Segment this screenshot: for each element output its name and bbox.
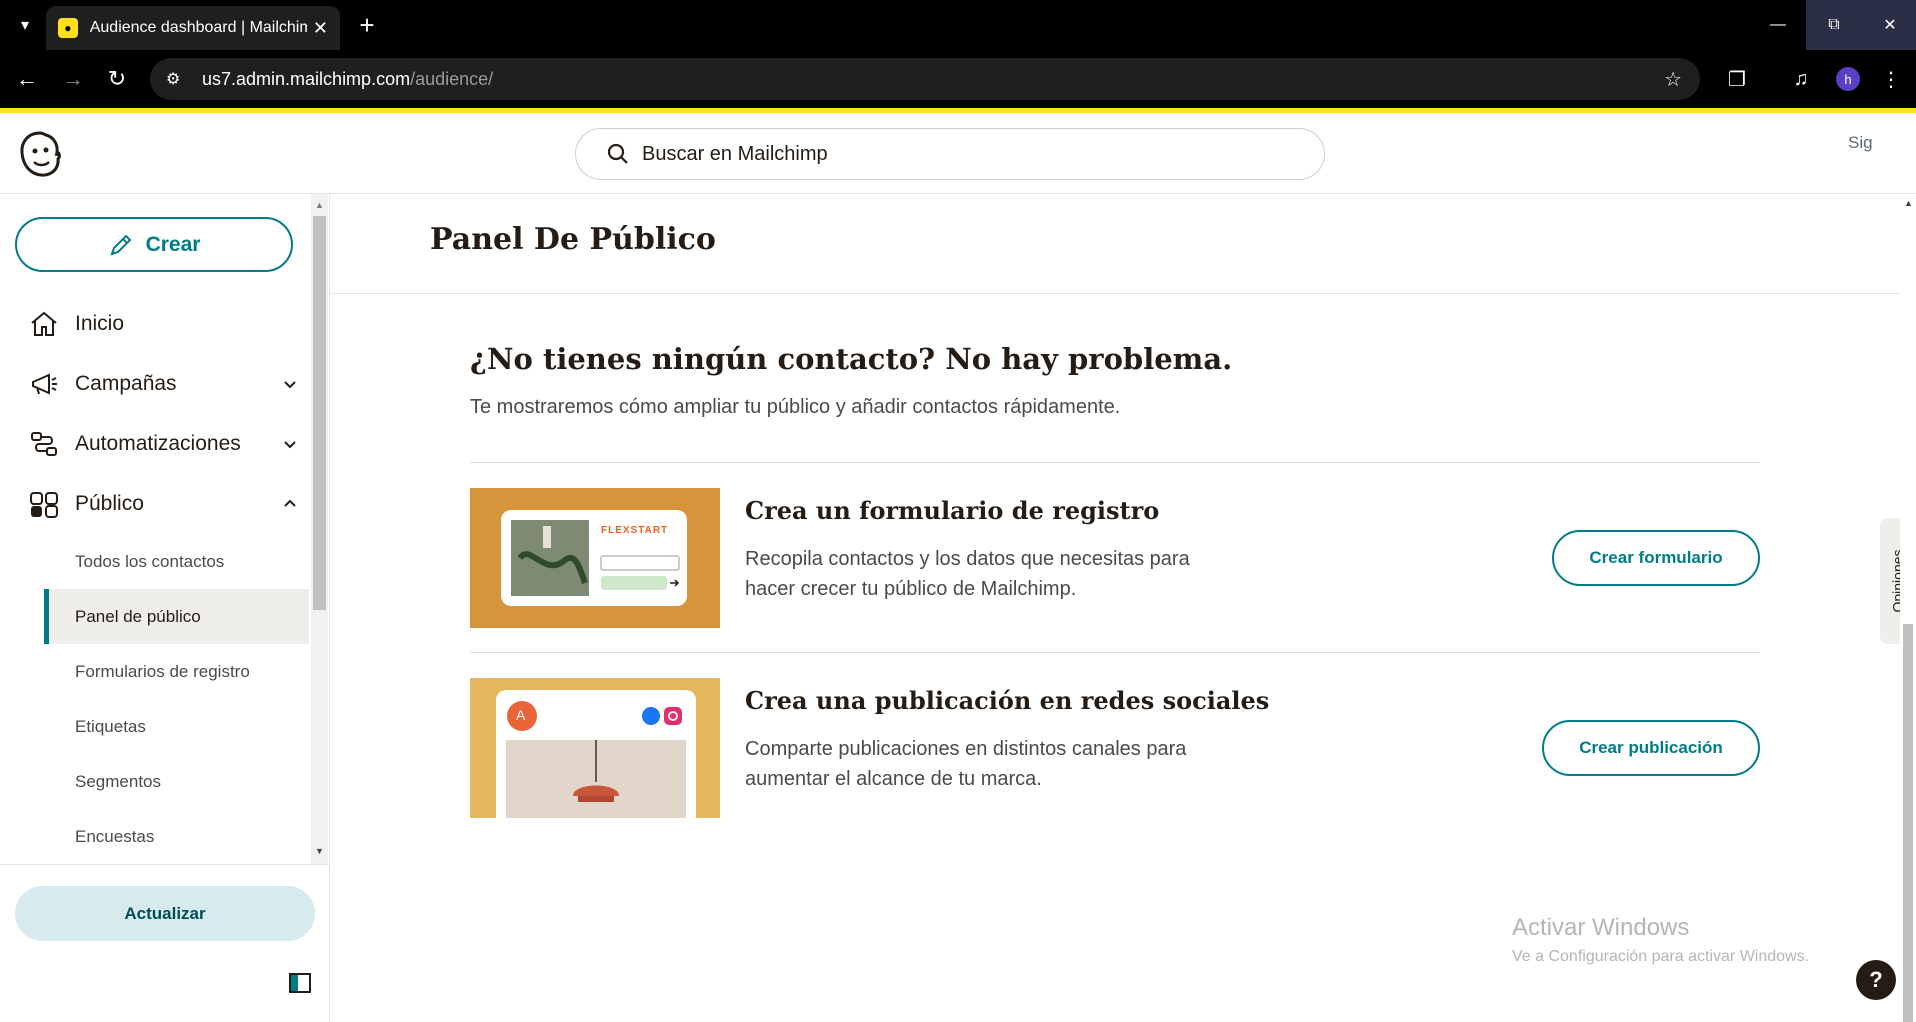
sidebar-subitem-todos-contactos[interactable]: Todos los contactos	[44, 534, 309, 589]
create-form-button[interactable]: Crear formulario	[1552, 530, 1760, 586]
search-input[interactable]: Buscar en Mailchimp	[575, 128, 1325, 180]
chevron-down-icon[interactable]	[282, 436, 298, 452]
help-button[interactable]: ?	[1856, 960, 1896, 1000]
search-placeholder: Buscar en Mailchimp	[642, 142, 828, 165]
social-preview-image	[496, 690, 696, 818]
sidebar-scrollbar[interactable]: ▲ ▼	[311, 194, 328, 864]
signup-form-card: FLEXSTART Crea un formulario de registro…	[470, 488, 1760, 628]
main-content: Panel De Público ¿No tienes ningún conta…	[330, 194, 1900, 1022]
scroll-up-arrow-icon[interactable]: ▲	[1904, 198, 1913, 208]
browser-tab[interactable]: ● Audience dashboard | Mailchimp ✕	[46, 6, 340, 50]
collapse-sidebar-icon[interactable]	[289, 973, 311, 993]
social-post-card: A Crea una publicación en redes sociales…	[470, 678, 1760, 818]
sidebar-subitem-segmentos[interactable]: Segmentos	[44, 754, 309, 809]
tab-close-icon[interactable]: ✕	[313, 18, 328, 39]
signup-form-illustration: FLEXSTART	[470, 488, 720, 628]
reload-icon[interactable]: ↻	[102, 64, 132, 94]
site-info-icon[interactable]: ⚙	[166, 69, 190, 89]
browser-toolbar: ← → ↻ ⚙ us7.admin.mailchimp.com/audience…	[0, 50, 1916, 108]
minimize-icon[interactable]: —	[1750, 0, 1806, 50]
back-icon[interactable]: ←	[12, 64, 42, 94]
create-post-button[interactable]: Crear publicación	[1542, 720, 1760, 776]
sidebar-item-inicio[interactable]: Inicio	[28, 304, 298, 344]
sidebar-item-label: Inicio	[75, 312, 125, 335]
scroll-up-arrow-icon[interactable]: ▲	[315, 200, 324, 210]
sidebar-item-label: Público	[75, 492, 144, 515]
watermark-subtitle: Ve a Configuración para activar Windows.	[1512, 948, 1810, 965]
sidebar: Crear Inicio Campañas Automatizaciones P…	[0, 194, 330, 1022]
empty-state-subtitle: Te mostraremos cómo ampliar tu público y…	[470, 396, 1121, 418]
search-icon	[607, 143, 628, 164]
page-header: Panel De Público	[330, 194, 1900, 294]
create-button[interactable]: Crear	[15, 217, 293, 272]
divider	[470, 462, 1760, 463]
megaphone-icon	[28, 368, 60, 400]
card-title: Crea un formulario de registro	[745, 496, 1160, 525]
tab-title: Audience dashboard | Mailchimp	[89, 19, 307, 36]
extensions-icon[interactable]: ❐	[1722, 64, 1752, 94]
windows-activation-watermark: Activar Windows Ve a Configuración para …	[1512, 914, 1809, 966]
form-preview-image	[501, 510, 687, 606]
empty-state-title: ¿No tienes ningún contacto? No hay probl…	[470, 342, 1233, 376]
browser-menu-icon[interactable]: ⋮	[1876, 64, 1906, 94]
scrollbar-thumb[interactable]	[313, 216, 326, 610]
sidebar-item-automatizaciones[interactable]: Automatizaciones	[28, 424, 298, 464]
sidebar-item-label: Automatizaciones	[75, 432, 241, 455]
page-title: Panel De Público	[430, 222, 716, 257]
card-title: Crea una publicación en redes sociales	[745, 686, 1270, 715]
sidebar-item-campanas[interactable]: Campañas	[28, 364, 298, 404]
bookmark-star-icon[interactable]: ☆	[1664, 67, 1682, 92]
forward-icon[interactable]: →	[58, 64, 88, 94]
url-text: us7.admin.mailchimp.com/audience/	[202, 69, 493, 90]
home-icon	[28, 308, 60, 340]
form-brand-text: FLEXSTART	[601, 525, 669, 536]
media-control-icon[interactable]: ♫	[1786, 64, 1816, 94]
main-scrollbar[interactable]: ▲	[1900, 194, 1916, 1022]
divider	[470, 652, 1760, 653]
automation-icon	[28, 428, 60, 460]
url-path: /audience/	[410, 68, 494, 89]
upgrade-button[interactable]: Actualizar	[15, 886, 315, 941]
scroll-down-arrow-icon[interactable]: ▼	[315, 846, 324, 856]
url-host: us7.admin.mailchimp.com	[202, 68, 411, 89]
signin-image[interactable]: Sig	[1848, 133, 1873, 153]
new-tab-icon[interactable]: +	[352, 10, 382, 40]
tab-search-icon[interactable]: ▾	[12, 12, 38, 38]
watermark-title: Activar Windows	[1512, 914, 1690, 941]
address-bar[interactable]: ⚙ us7.admin.mailchimp.com/audience/ ☆	[150, 58, 1700, 100]
sidebar-item-publico[interactable]: Público	[28, 484, 298, 524]
sidebar-subitem-formularios[interactable]: Formularios de registro	[44, 644, 309, 699]
sidebar-subitem-panel-publico[interactable]: Panel de público	[44, 589, 309, 644]
mailchimp-favicon-icon: ●	[58, 18, 78, 38]
chevron-up-icon[interactable]	[282, 496, 298, 512]
sidebar-subitem-etiquetas[interactable]: Etiquetas	[44, 699, 309, 754]
avatar: A	[516, 707, 526, 723]
sidebar-item-label: Campañas	[75, 372, 177, 395]
sidebar-footer: Actualizar	[0, 864, 330, 1022]
card-description: Recopila contactos y los datos que neces…	[745, 548, 1190, 600]
mailchimp-logo-icon[interactable]	[16, 129, 64, 179]
profile-avatar[interactable]: h	[1836, 67, 1860, 91]
browser-tab-bar: ▾ ● Audience dashboard | Mailchimp ✕ + —…	[0, 0, 1916, 50]
close-window-icon[interactable]: ✕	[1862, 0, 1916, 50]
app-header: Buscar en Mailchimp Sig	[0, 113, 1916, 194]
create-label: Crear	[145, 232, 201, 256]
card-description: Comparte publicaciones en distintos cana…	[745, 738, 1187, 790]
sidebar-subitem-encuestas[interactable]: Encuestas	[44, 809, 309, 864]
pencil-icon	[109, 234, 131, 256]
audience-icon	[28, 488, 60, 520]
chevron-down-icon[interactable]	[282, 376, 298, 392]
scrollbar-thumb[interactable]	[1903, 624, 1913, 1022]
social-post-illustration: A	[470, 678, 720, 818]
restore-icon[interactable]: ⧉	[1806, 0, 1862, 50]
